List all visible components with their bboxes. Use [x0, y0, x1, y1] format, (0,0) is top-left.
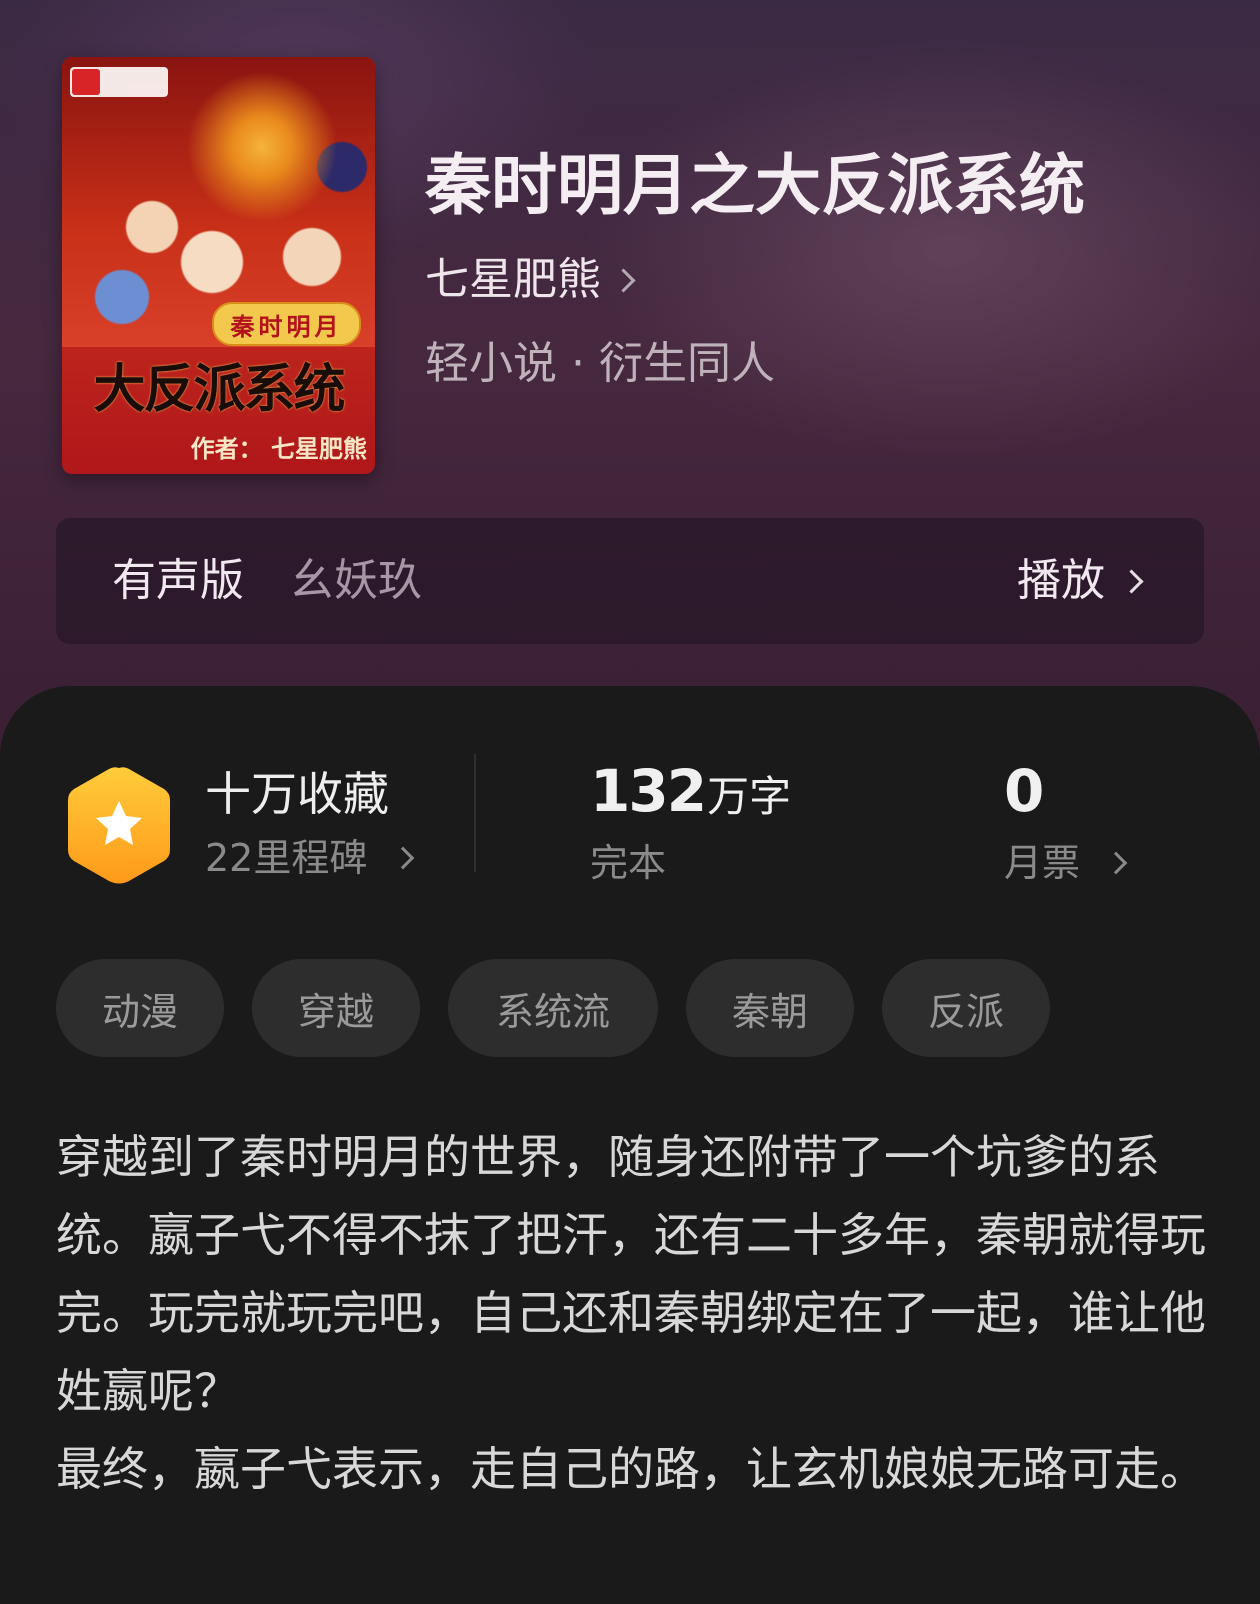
tag-chip[interactable]: 穿越 — [252, 959, 420, 1057]
completion-status: 完本 — [590, 841, 667, 885]
author-name: 七星肥熊 — [425, 254, 601, 305]
tag-chip[interactable]: 系统流 — [448, 959, 658, 1057]
word-count: 132万字 — [590, 758, 791, 839]
play-label: 播放 — [1017, 555, 1105, 606]
book-description: 穿越到了秦时明月的世界，随身还附带了一个坑爹的系统。嬴子弋不得不抹了把汗，还有二… — [56, 1130, 1206, 1496]
word-count-number: 132 — [590, 757, 707, 825]
star-hexagon-badge-icon[interactable] — [64, 764, 174, 886]
word-count-unit: 万字 — [707, 772, 792, 821]
monthly-votes-label: 月票 — [1004, 841, 1081, 885]
audio-narrator: 幺妖玖 — [290, 555, 422, 606]
tag-chip[interactable]: 反派 — [882, 959, 1050, 1057]
monthly-votes-count: 0 — [1004, 757, 1045, 825]
play-button[interactable]: 播放 — [1017, 553, 1144, 609]
chevron-right-icon — [1119, 568, 1144, 594]
milestone-link[interactable]: 22里程碑 — [205, 833, 415, 883]
stats-divider — [474, 754, 476, 872]
book-cover[interactable]: 秦时明月 大反派系统 作者： 七星肥熊 — [62, 57, 375, 474]
chevron-right-icon — [392, 846, 415, 870]
tag-chip[interactable]: 秦朝 — [686, 959, 854, 1057]
cover-subtitle: 秦时明月 — [212, 302, 361, 346]
tag-chip[interactable]: 动漫 — [56, 959, 224, 1057]
cover-author: 作者： 七星肥熊 — [190, 435, 367, 463]
milestone-label: 22里程碑 — [205, 836, 368, 880]
cover-publisher-logo — [70, 67, 168, 97]
cover-title: 大反派系统 — [93, 359, 345, 420]
chevron-right-icon — [611, 267, 636, 293]
author-link[interactable]: 七星肥熊 — [425, 252, 636, 308]
monthly-votes-link[interactable]: 月票 — [1004, 838, 1128, 888]
chevron-right-icon — [1104, 851, 1128, 875]
audio-label: 有声版 — [112, 555, 244, 606]
book-genre: 轻小说 · 衍生同人 — [425, 338, 775, 389]
audio-version-bar[interactable]: 有声版 幺妖玖 播放 — [56, 518, 1204, 644]
book-title: 秦时明月之大反派系统 — [425, 146, 1085, 224]
collection-count: 十万收藏 — [205, 767, 389, 821]
